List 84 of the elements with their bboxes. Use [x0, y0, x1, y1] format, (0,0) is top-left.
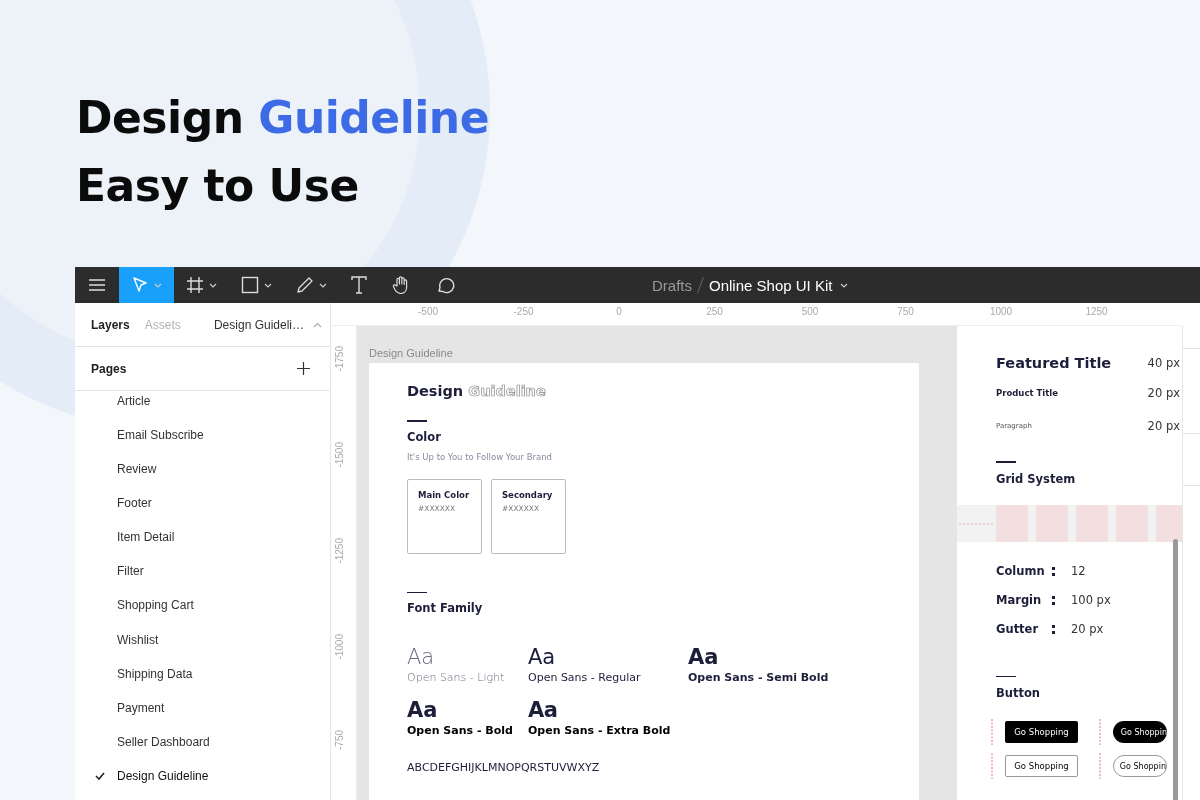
headline: Easy to Use — [76, 160, 359, 211]
headline-highlight: Guideline — [258, 92, 489, 143]
checkmark-icon — [95, 771, 105, 780]
type-size: 20 px — [1147, 419, 1181, 433]
pages-heading: Pages — [91, 361, 127, 376]
ruler-label: -500 — [418, 306, 438, 317]
font-sample-label: Open Sans - Semi Bold — [688, 671, 830, 684]
font-sample-glyphs: Aa — [407, 645, 436, 669]
page-dropdown[interactable]: Design Guideli… — [213, 317, 304, 332]
menu-icon — [89, 279, 105, 291]
page-item[interactable]: Footer — [75, 486, 330, 521]
dimension-line-icon — [990, 719, 994, 745]
speech-bubble-icon — [435, 275, 455, 295]
page-item[interactable]: Wishlist — [75, 622, 330, 657]
page-item[interactable]: Payment — [75, 690, 330, 725]
frame-icon — [186, 276, 204, 294]
scrollbar[interactable] — [1173, 539, 1178, 800]
spec-value: 12 — [1071, 564, 1086, 578]
ruler-label: 0 — [616, 306, 622, 317]
swatch-name: Secondary — [502, 489, 554, 500]
section-heading: Font Family — [407, 601, 484, 615]
headline: Design — [76, 92, 244, 143]
ruler-label: -1000 — [334, 634, 346, 660]
type-style-name: Product Title — [996, 388, 1058, 398]
rectangle-icon — [241, 276, 259, 294]
page-item[interactable]: Shopping Cart — [75, 588, 330, 623]
dimension-line-icon — [1098, 719, 1102, 745]
ruler-label: -1500 — [334, 442, 346, 468]
page-item[interactable]: Filter — [75, 554, 330, 589]
type-style-name: Featured Title — [996, 355, 1112, 371]
page-item[interactable]: Review — [75, 452, 330, 487]
swatch-name: Main Color — [418, 489, 471, 500]
page-item[interactable]: Item Detail — [75, 520, 330, 555]
spec-name: Margin — [996, 593, 1043, 607]
caret-icon — [154, 282, 162, 288]
file-name[interactable]: Online Shop UI Kit — [709, 276, 833, 294]
ruler-label: 500 — [801, 306, 819, 317]
caret-icon — [319, 282, 327, 288]
breadcrumb-folder[interactable]: Drafts — [652, 276, 692, 294]
text-tool-icon — [351, 276, 367, 294]
spec-name: Gutter — [996, 622, 1040, 636]
section-heading: Grid System — [996, 471, 1077, 486]
page-item[interactable]: Design Guideline — [75, 758, 330, 793]
font-sample-glyphs: Aa — [528, 698, 559, 722]
font-sample-label: Open Sans - Bold — [407, 724, 514, 737]
caret-icon — [209, 282, 217, 288]
page-item[interactable]: Email Subscribe — [75, 417, 330, 453]
dimension-line-icon — [990, 753, 994, 779]
page-item[interactable]: Article — [75, 383, 330, 418]
spec-value: 20 px — [1071, 622, 1104, 636]
type-size: 40 px — [1147, 356, 1181, 370]
font-sample-glyphs: Aa — [688, 645, 720, 669]
ruler-label: 1250 — [1085, 306, 1108, 317]
font-sample-glyphs: Aa — [528, 645, 557, 669]
add-icon[interactable] — [297, 362, 310, 376]
ruler-label: -750 — [334, 730, 346, 750]
ruler-label: -1250 — [334, 538, 346, 564]
ruler-label: -250 — [513, 306, 534, 317]
frame-label: Design Guideline — [369, 347, 453, 359]
caret-icon — [264, 282, 272, 288]
cursor-icon — [131, 276, 149, 294]
section-heading: Button — [996, 686, 1042, 700]
page-item[interactable]: Seller Dashboard — [75, 724, 330, 759]
caret-icon[interactable] — [840, 282, 849, 288]
pencil-icon — [296, 276, 314, 294]
type-size: 20 px — [1147, 386, 1181, 400]
ruler-label: 250 — [706, 306, 723, 317]
ruler-label: 1000 — [989, 306, 1013, 317]
page-item[interactable]: Shipping Data — [75, 656, 330, 691]
font-sample-label: Open Sans - Extra Bold — [528, 724, 672, 737]
font-sample-label: Open Sans - Regular — [528, 671, 642, 684]
frame-title-outlined: Guideline — [468, 383, 546, 399]
spec-name: Column — [996, 564, 1046, 578]
ruler-label: -1750 — [334, 346, 346, 372]
panel-tab[interactable]: Layers — [91, 317, 130, 332]
dimension-line-icon — [1098, 753, 1102, 779]
section-heading: Color — [407, 429, 442, 444]
ruler-label: 750 — [897, 306, 914, 317]
alphabet-sample: ABCDEFGHIJKLMNOPQRSTUVWXYZ — [407, 761, 601, 774]
font-sample-glyphs: Aa — [407, 698, 439, 722]
spec-value: 100 px — [1071, 593, 1111, 607]
frame-title: Design — [407, 383, 464, 399]
section-subtitle: It's Up to You to Follow Your Brand — [407, 451, 553, 462]
font-sample-label: Open Sans - Light — [407, 671, 506, 684]
